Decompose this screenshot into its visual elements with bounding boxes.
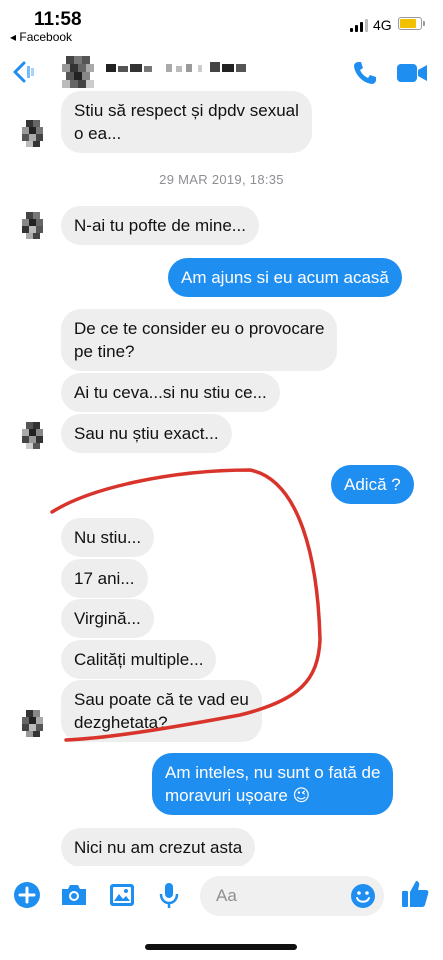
message-outgoing[interactable]: Am inteles, nu sunt o fată de moravuri u… <box>152 753 394 815</box>
battery-icon <box>398 17 425 30</box>
status-time: 11:58 <box>34 9 82 30</box>
message-composer <box>0 866 443 926</box>
microphone-icon[interactable] <box>154 880 184 910</box>
message-line: 17 ani... <box>74 569 135 588</box>
message-line: o ea... <box>74 124 122 143</box>
camera-icon[interactable] <box>59 880 89 910</box>
message-outgoing[interactable]: Adică ? <box>331 465 414 504</box>
message-incoming[interactable]: Nici nu am crezut asta <box>61 828 256 867</box>
message-line: Sau poate că te vad eu <box>74 690 249 709</box>
message-incoming[interactable]: De ce te consider eu o provocare pe tine… <box>61 309 338 371</box>
message-incoming[interactable]: Nu stiu... <box>61 518 155 557</box>
sender-avatar-pixelated[interactable] <box>18 210 48 240</box>
message-incoming[interactable]: Virgină... <box>61 599 154 638</box>
back-to-app-link[interactable]: ◂ Facebook <box>10 30 72 44</box>
signal-icon <box>350 18 370 32</box>
plus-icon[interactable] <box>12 880 42 910</box>
message-line: Nu stiu... <box>74 528 142 547</box>
message-input[interactable] <box>216 885 336 907</box>
message-line: pe tine? <box>74 342 135 361</box>
sender-avatar-pixelated[interactable] <box>18 420 48 450</box>
message-outgoing[interactable]: Am ajuns si eu acum acasă <box>168 258 402 297</box>
message-line: Calități multiple... <box>74 650 204 669</box>
message-input-box[interactable] <box>200 876 384 916</box>
photo-icon[interactable] <box>107 880 137 910</box>
message-line: Sau nu știu exact... <box>74 424 219 443</box>
contact-name-redacted[interactable] <box>106 58 256 78</box>
message-incoming[interactable]: N-ai tu pofte de mine... <box>61 206 259 245</box>
message-incoming[interactable]: Calități multiple... <box>61 640 217 679</box>
message-line: Stiu să respect și dpdv sexual <box>74 101 299 120</box>
smiley-icon[interactable] <box>350 883 376 909</box>
conversation-timestamp: 29 MAR 2019, 18:35 <box>159 172 284 187</box>
video-call-icon[interactable] <box>396 62 428 84</box>
home-indicator <box>145 944 297 950</box>
message-line: moravuri ușoare 😉 <box>165 786 311 805</box>
phone-call-icon[interactable] <box>352 60 378 86</box>
message-incoming[interactable]: Sau nu știu exact... <box>61 414 232 453</box>
contact-avatar-pixelated[interactable] <box>58 52 98 92</box>
message-line: Adică ? <box>344 475 401 494</box>
thumbs-up-icon[interactable] <box>399 878 431 910</box>
message-line: N-ai tu pofte de mine... <box>74 216 246 235</box>
network-type: 4G <box>373 17 392 33</box>
message-line: De ce te consider eu o provocare <box>74 319 325 338</box>
message-incoming[interactable]: Sau poate că te vad eu dezghetata? <box>61 680 262 742</box>
message-line: Am inteles, nu sunt o fată de <box>165 763 381 782</box>
message-incoming[interactable]: Ai tu ceva...si nu stiu ce... <box>61 373 280 412</box>
sender-avatar-pixelated[interactable] <box>18 708 48 738</box>
sender-avatar-pixelated[interactable] <box>18 118 48 148</box>
message-line: dezghetata? <box>74 713 168 732</box>
message-incoming[interactable]: Stiu să respect și dpdv sexual o ea... <box>61 91 312 153</box>
message-incoming[interactable]: 17 ani... <box>61 559 148 598</box>
message-line: Ai tu ceva...si nu stiu ce... <box>74 383 267 402</box>
message-line: Am ajuns si eu acum acasă <box>181 268 389 287</box>
message-line: Virgină... <box>74 609 141 628</box>
message-line: Nici nu am crezut asta <box>74 838 243 857</box>
status-bar: 11:58 ◂ Facebook 4G <box>0 0 443 46</box>
back-icon[interactable] <box>10 60 36 84</box>
